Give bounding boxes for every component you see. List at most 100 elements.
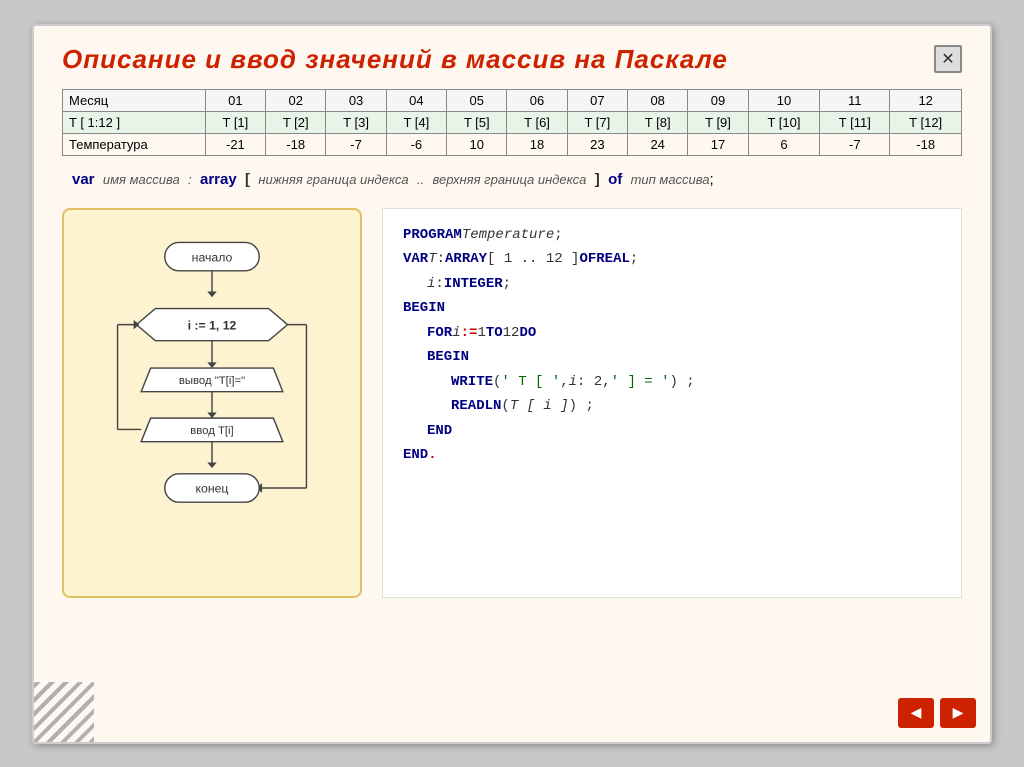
code-line: PROGRAM Temperature ; [403, 223, 941, 248]
code-token-id: T [428, 247, 436, 272]
table-cell: T [2] [266, 111, 326, 133]
code-token-kw: PROGRAM [403, 223, 462, 248]
code-token-kw: DO [519, 321, 536, 346]
close-bracket: ] [595, 171, 600, 188]
table-cell: -7 [820, 133, 890, 155]
code-token-str: ' ] = ' [611, 370, 670, 395]
table-cell-label: T [ 1:12 ] [63, 111, 206, 133]
svg-text:ввод T[i]: ввод T[i] [190, 425, 233, 437]
code-line: WRITE ( ' T [ ' , i : 2, ' ] = ' ) ; [451, 370, 941, 395]
page-title: Описание и ввод значений в массив на Пас… [62, 44, 728, 75]
code-token-kw: OF [579, 247, 596, 272]
code-token-plain: ( [501, 394, 509, 419]
code-line: END [427, 419, 941, 444]
code-token-plain: ) ; [569, 394, 594, 419]
code-token-plain: : [435, 272, 443, 297]
code-line: BEGIN [427, 345, 941, 370]
table-cell: 11 [820, 89, 890, 111]
code-line: FOR i := 1 TO 12 DO [427, 321, 941, 346]
code-token-plain: ; [503, 272, 511, 297]
table-cell: T [12] [890, 111, 962, 133]
table-cell: 02 [266, 89, 326, 111]
code-token-kw: INTEGER [444, 272, 503, 297]
table-cell: 18 [507, 133, 567, 155]
table-cell: 10 [447, 133, 507, 155]
table-cell: 03 [326, 89, 386, 111]
table-cell: 17 [688, 133, 748, 155]
table-cell: 06 [507, 89, 567, 111]
close-button[interactable]: ✕ [934, 45, 962, 73]
table-cell: 08 [628, 89, 688, 111]
table-cell: 24 [628, 133, 688, 155]
code-token-kw: ARRAY [445, 247, 487, 272]
code-token-str: ' T [ ' [501, 370, 560, 395]
code-token-id: T [ i ] [510, 394, 569, 419]
code-token-kw: BEGIN [427, 345, 469, 370]
bottom-section: начало i := 1, 12 вывод "T[i]=" ввод T[ [62, 208, 962, 598]
code-token-kw: END [403, 443, 428, 468]
code-box: PROGRAM Temperature ;VAR T : ARRAY [ 1 .… [382, 208, 962, 598]
code-token-op: . [428, 443, 436, 468]
var-keyword: var [72, 171, 95, 188]
code-line: BEGIN [403, 296, 941, 321]
table-cell: T [1] [205, 111, 265, 133]
svg-text:i := 1, 12: i := 1, 12 [188, 318, 237, 332]
table-cell-label: Температура [63, 133, 206, 155]
table-cell: T [3] [326, 111, 386, 133]
open-bracket: [ [245, 171, 250, 188]
flowchart-svg: начало i := 1, 12 вывод "T[i]=" ввод T[ [92, 233, 332, 573]
table-cell: T [6] [507, 111, 567, 133]
dots: .. [417, 172, 424, 187]
low-label: нижняя граница индекса [258, 172, 408, 187]
code-line: i : INTEGER ; [427, 272, 941, 297]
table-cell: 05 [447, 89, 507, 111]
table-cell: 23 [567, 133, 627, 155]
code-line: READLN ( T [ i ] ) ; [451, 394, 941, 419]
table-cell: T [10] [748, 111, 820, 133]
svg-text:начало: начало [192, 250, 233, 264]
forward-button[interactable]: ▶ [940, 698, 976, 728]
code-token-op: := [461, 321, 478, 346]
code-token-kw: VAR [403, 247, 428, 272]
table-cell: T [8] [628, 111, 688, 133]
code-token-plain: ( [493, 370, 501, 395]
code-token-kw: WRITE [451, 370, 493, 395]
code-token-plain: 1 [477, 321, 485, 346]
table-cell: 01 [205, 89, 265, 111]
code-token-kw: END [427, 419, 452, 444]
slide: Описание и ввод значений в массив на Пас… [32, 24, 992, 744]
table-cell: -21 [205, 133, 265, 155]
code-line: VAR T : ARRAY [ 1 .. 12 ] OF REAL ; [403, 247, 941, 272]
high-label: верхняя граница индекса [433, 172, 587, 187]
array-keyword: array [200, 171, 237, 188]
code-token-kw: BEGIN [403, 296, 445, 321]
table-cell: 10 [748, 89, 820, 111]
code-token-id: i [427, 272, 435, 297]
table-cell: 07 [567, 89, 627, 111]
table-cell: T [9] [688, 111, 748, 133]
code-token-plain: [ 1 .. 12 ] [487, 247, 579, 272]
table-cell: -6 [386, 133, 446, 155]
type-label: тип массива [631, 172, 710, 187]
code-token-plain: : 2, [577, 370, 611, 395]
code-token-plain: ) ; [669, 370, 694, 395]
table-cell: -18 [266, 133, 326, 155]
code-token-plain: : [437, 247, 445, 272]
title-bar: Описание и ввод значений в массив на Пас… [62, 44, 962, 75]
of-keyword: of [608, 171, 622, 188]
code-line: END . [403, 443, 941, 468]
code-token-kw: FOR [427, 321, 452, 346]
table-cell: T [7] [567, 111, 627, 133]
table-cell-label: Месяц [63, 89, 206, 111]
table-cell: 6 [748, 133, 820, 155]
table-cell: -7 [326, 133, 386, 155]
code-token-id: Temperature [462, 223, 554, 248]
table-row: Температура-21-18-7-610182324176-7-18 [63, 133, 962, 155]
syntax-line: var имя массива : array [ нижняя граница… [62, 168, 962, 192]
code-token-kw: READLN [451, 394, 501, 419]
code-token-kw: REAL [596, 247, 630, 272]
table-cell: T [11] [820, 111, 890, 133]
code-token-plain: 12 [503, 321, 520, 346]
table-cell: -18 [890, 133, 962, 155]
back-button[interactable]: ◀ [898, 698, 934, 728]
